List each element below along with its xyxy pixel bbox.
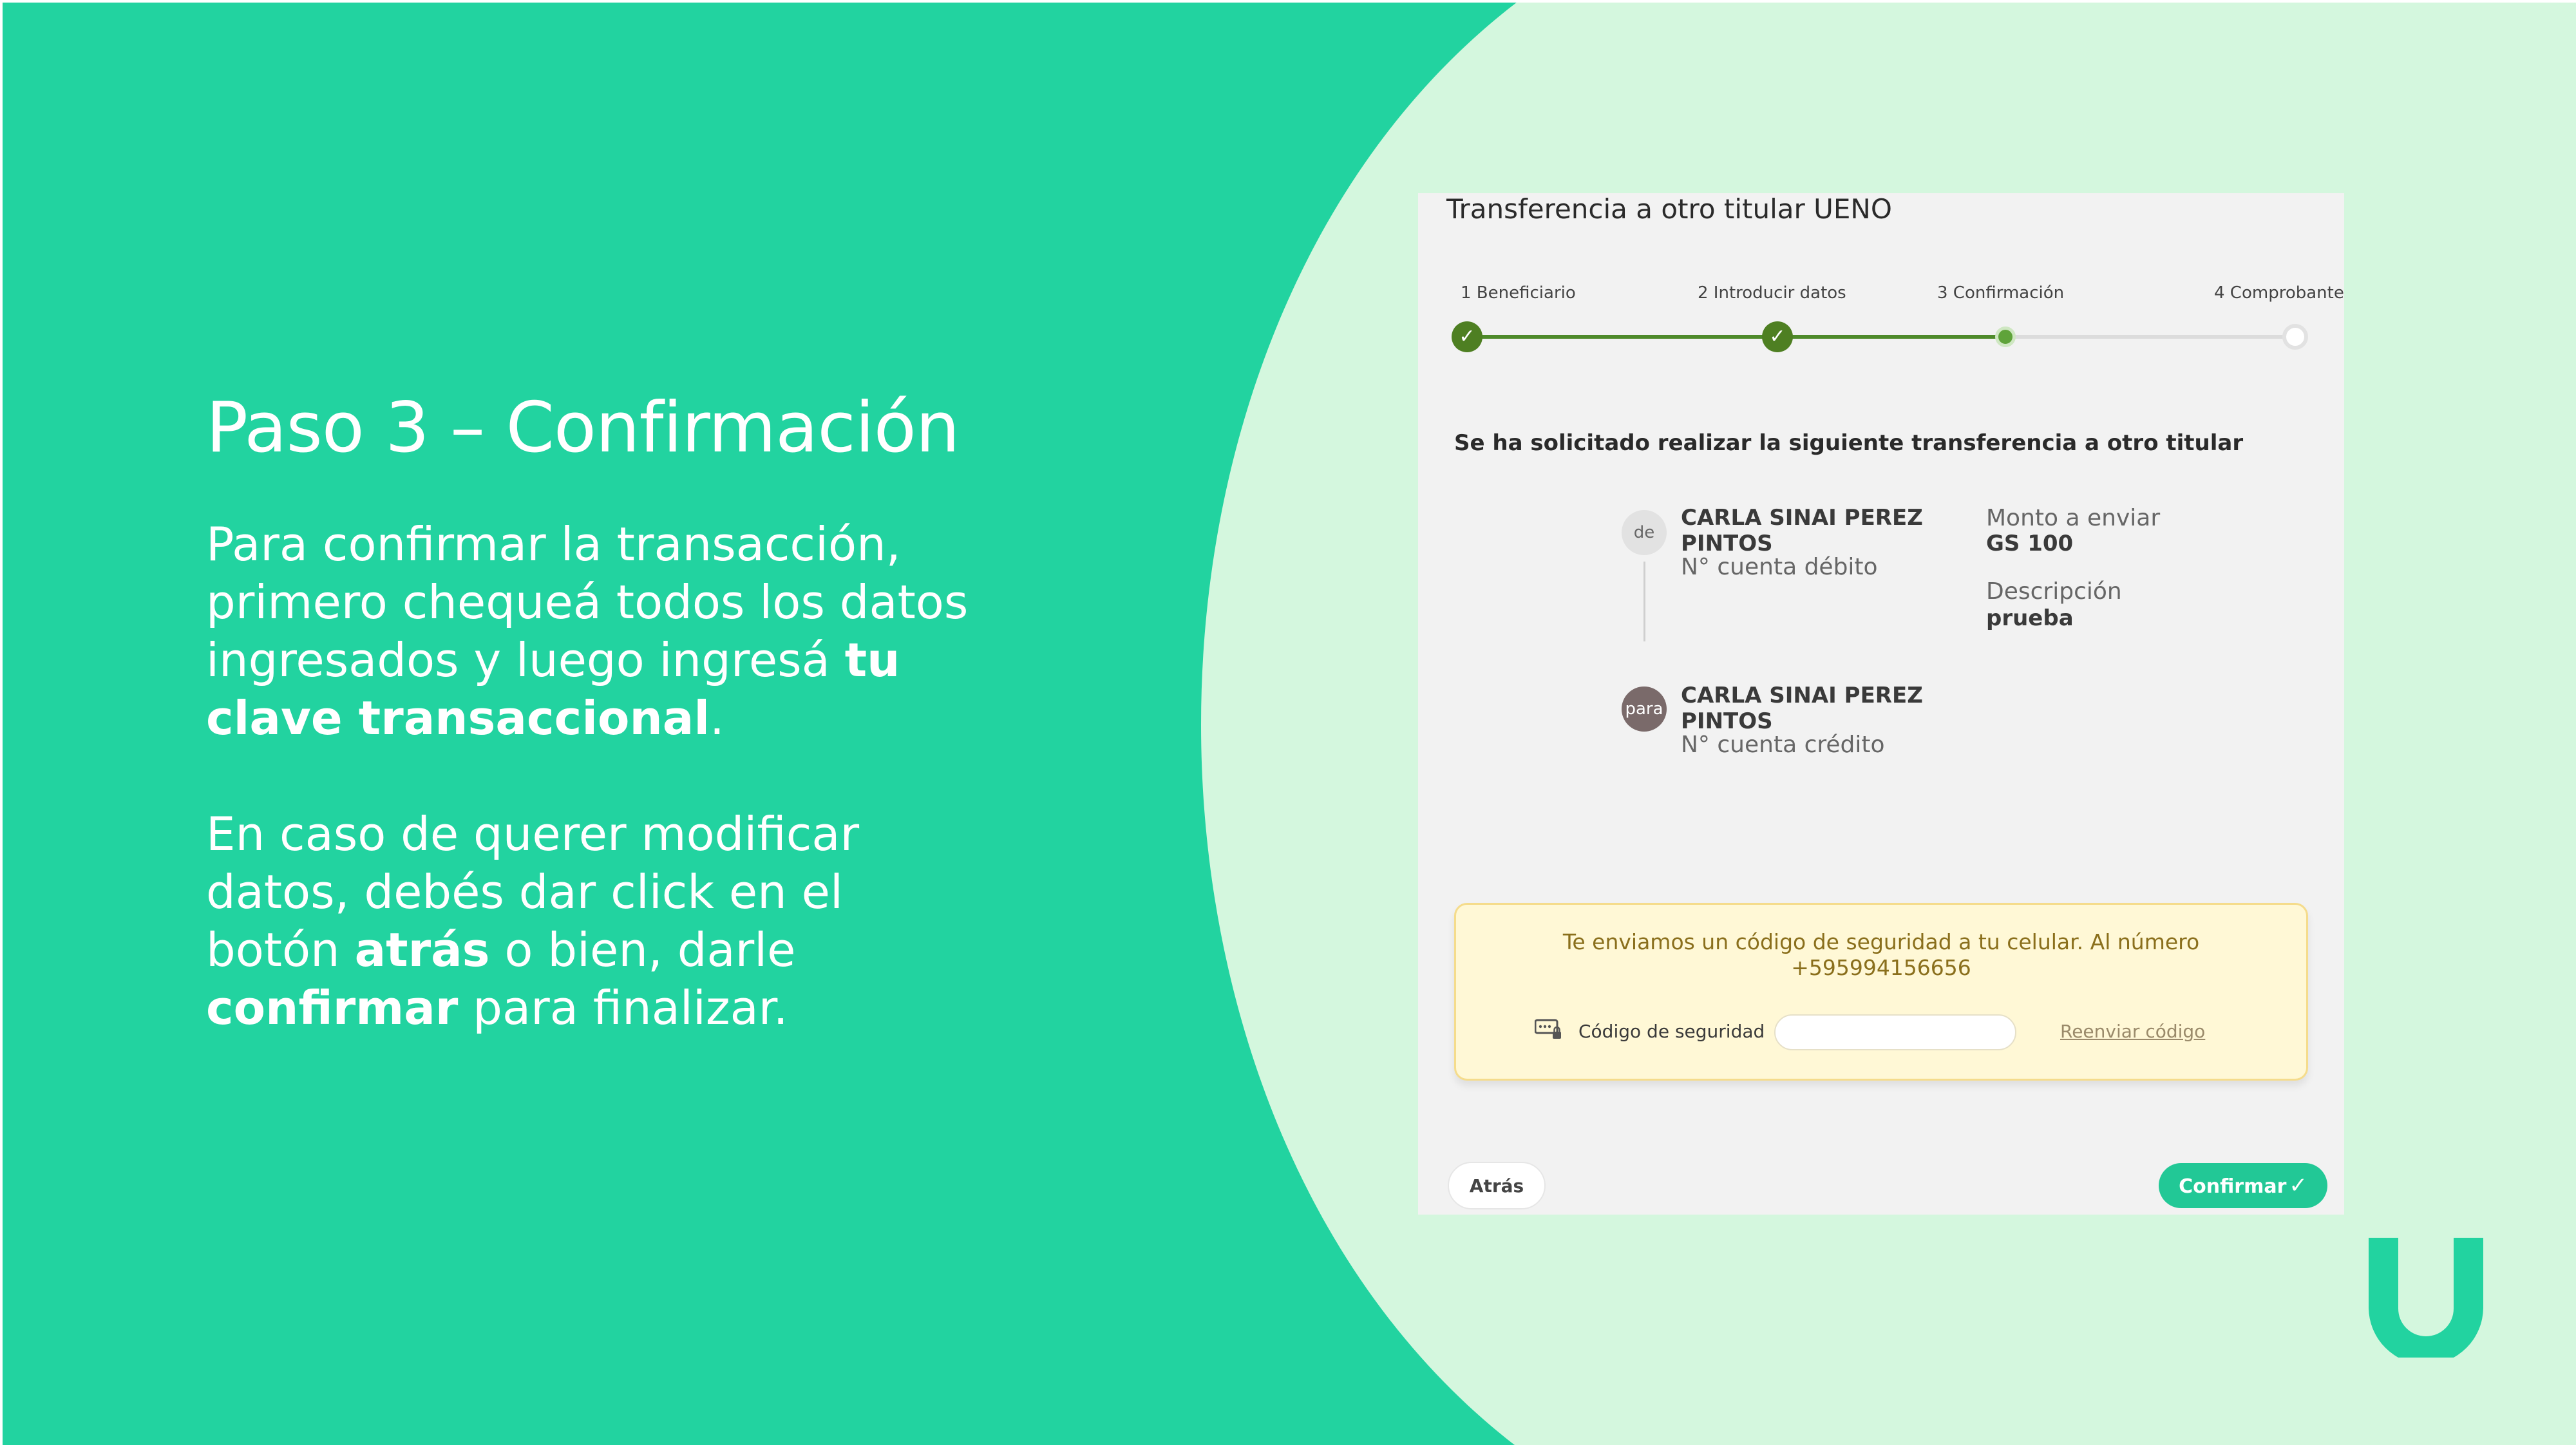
step-1-check-icon: ✓ xyxy=(1452,321,1482,352)
step-label-comprobante: 4 Comprobante xyxy=(2214,283,2344,303)
summary-heading: Se ha solicitado realizar la siguiente t… xyxy=(1454,430,2244,456)
from-account-label: N° cuenta débito xyxy=(1681,554,1878,580)
step-2-check-icon: ✓ xyxy=(1762,321,1793,352)
instruction-text: Paso 3 – Confirmación Para confirmar la … xyxy=(206,386,979,1095)
para2-end: para finalizar. xyxy=(458,980,788,1035)
stepper-progress-fill xyxy=(1467,335,2011,339)
para2-text-2: o bien, darle xyxy=(489,922,796,977)
security-code-box: Te enviamos un código de seguridad a tu … xyxy=(1454,903,2308,1081)
para2-emphasis-back: atrás xyxy=(354,922,490,977)
step-label-confirmacion: 3 Confirmación xyxy=(1937,283,2065,303)
instruction-paragraph-2: En caso de querer modificar datos, debés… xyxy=(206,805,979,1037)
from-badge: de xyxy=(1622,510,1667,555)
from-to-connector xyxy=(1643,562,1645,641)
step-4-pending-dot xyxy=(2282,324,2308,350)
step-label-beneficiario: 1 Beneficiario xyxy=(1461,283,1576,303)
left-border xyxy=(0,0,3,1449)
to-account-holder: CARLA SINAI PEREZ PINTOS xyxy=(1681,683,1923,734)
resend-code-link[interactable]: Reenviar código xyxy=(2060,1021,2205,1042)
confirm-button[interactable]: Confirmar ✓ xyxy=(2159,1163,2327,1208)
para1-end: . xyxy=(710,690,724,745)
instruction-paragraph-1: Para confirmar la transacción, primero c… xyxy=(206,515,979,747)
step-label-introducir-datos: 2 Introducir datos xyxy=(1698,283,1846,303)
from-account-holder: CARLA SINAI PEREZ PINTOS xyxy=(1681,505,1923,556)
description-label: Descripción xyxy=(1986,578,2122,605)
check-icon: ✓ xyxy=(2289,1173,2307,1198)
keypad-lock-icon xyxy=(1535,1019,1561,1039)
to-badge: para xyxy=(1622,687,1667,732)
security-code-input[interactable] xyxy=(1774,1014,2016,1050)
panel-title: Transferencia a otro titular UENO xyxy=(1446,193,1892,225)
top-border xyxy=(0,0,2576,3)
security-message: Te enviamos un código de seguridad a tu … xyxy=(1562,929,2200,980)
ueno-u-logo-icon xyxy=(2369,1238,2483,1358)
description-value: prueba xyxy=(1986,605,2074,631)
confirm-button-label: Confirmar xyxy=(2179,1175,2287,1198)
slide: Paso 3 – Confirmación Para confirmar la … xyxy=(0,0,2576,1449)
back-button-label: Atrás xyxy=(1469,1175,1524,1197)
step-3-current-dot xyxy=(1995,327,2016,347)
transfer-confirmation-screenshot: Transferencia a otro titular UENO 1 Bene… xyxy=(1418,193,2344,1215)
bottom-border xyxy=(0,1445,2576,1449)
slide-heading: Paso 3 – Confirmación xyxy=(206,388,960,468)
security-code-label: Código de seguridad xyxy=(1578,1021,1765,1042)
para2-emphasis-confirm: confirmar xyxy=(206,980,459,1035)
amount-value: GS 100 xyxy=(1986,531,2074,556)
amount-label: Monto a enviar xyxy=(1986,505,2161,531)
back-button[interactable]: Atrás xyxy=(1448,1162,1546,1209)
to-account-label: N° cuenta crédito xyxy=(1681,732,1885,758)
